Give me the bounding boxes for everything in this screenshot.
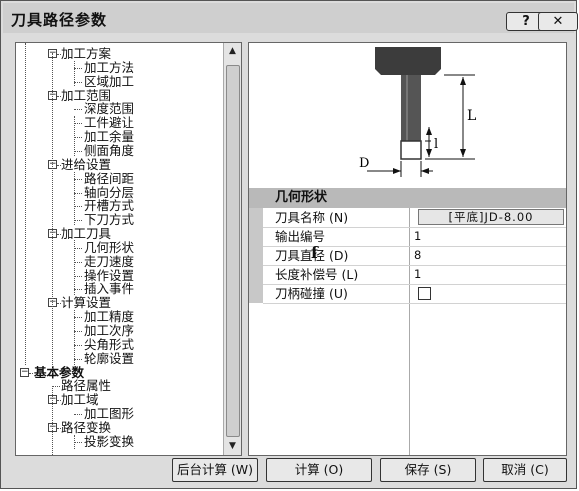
tree-node[interactable]: 尖角形式 [84,338,134,351]
tree-node[interactable]: 加工精度 [84,310,134,323]
tree-node[interactable]: 侧面角度 [84,144,134,157]
tree-node[interactable]: 加工方法 [84,61,134,74]
dialog-title: 刀具路径参数 [11,11,108,29]
row-gutter [249,227,263,246]
row-tool-diameter: 刀具直径 (D) 8 [249,246,566,265]
group-header-geometry: 几何形状 [249,188,566,208]
tree-node[interactable]: 进给设置 [61,158,111,171]
tree-node[interactable]: 加工刀具 [61,227,111,240]
tree-node[interactable]: 计算设置 [61,296,111,309]
tree-content: − 加工方案 加工方法 区域加工 − 加工范围 深度范围 工件避让 加工余量 侧面角度 − 进给设置路… [16,43,225,455]
tree-node[interactable]: 轮廓设置 [84,352,134,365]
holder-collision-checkbox[interactable] [418,287,431,300]
parameter-tree: − 加工方案 加工方法 区域加工 − 加工范围 深度范围 工件避让 加工余量 侧面角度 − 进给设置路… [15,42,242,456]
title-bar: 刀具路径参数 ? ✕ [3,3,578,33]
tree-node[interactable]: 加工范围 [61,89,111,102]
tool-cutter-shape [400,140,422,160]
tool-diameter-field[interactable]: 8 [414,246,564,265]
tree-node[interactable]: 开槽方式 [84,199,134,212]
tool-path-parameters-dialog: 刀具路径参数 ? ✕ − 加工方案 加工方法 区域加工 − 加工范围 深度范围 工件避让 加工余… [0,0,578,489]
row-length-offset: 长度补偿号 (L) 1 [249,265,566,284]
tree-node[interactable]: 加工域 [61,393,99,406]
tree-node[interactable]: 加工余量 [84,130,134,143]
length-offset-field[interactable]: 1 [414,265,564,284]
tool-diagram: L l D [359,47,476,177]
tree-node[interactable]: 深度范围 [84,102,134,115]
length-offset-label: 长度补偿号 (L) [275,267,359,282]
save-button[interactable]: 保存 (S) [380,458,476,482]
scroll-up-arrow-icon[interactable]: ▲ [224,43,241,60]
tree-node[interactable]: 加工次序 [84,324,134,337]
tree-node[interactable]: 路径间距 [84,172,134,185]
tree-node[interactable]: 区域加工 [84,75,134,88]
row-holder-collision: 刀柄碰撞 (U) [249,284,566,303]
tree-node[interactable]: 加工方案 [61,47,111,60]
dimension-l-label: l [434,137,438,152]
row-gutter [249,284,263,303]
calculate-button[interactable]: 计算 (O) [266,458,372,482]
tool-holder-shape [375,47,441,75]
tree-node[interactable]: 路径属性 [61,379,111,392]
tool-name-button[interactable]: [平底]JD-8.00 [418,209,564,225]
property-panel: L l D 几何形状 刀具名称 (N) [平底]JD-8.00 输出编号 1 刀… [248,42,567,456]
tree-node[interactable]: 走刀速度 [84,255,134,268]
tool-name-label: 刀具名称 (N) [275,210,349,225]
scroll-thumb[interactable] [226,65,240,437]
row-output-number: 输出编号 1 [249,227,566,246]
cancel-button[interactable]: 取消 (C) [483,458,567,482]
tree-node[interactable]: 几何形状 [84,241,134,254]
tool-shank-shape [401,75,421,141]
tree-node[interactable]: 工件避让 [84,116,134,129]
margin-mark: f [311,243,318,262]
holder-collision-value [414,284,564,303]
tree-node[interactable]: 路径变换 [61,421,111,434]
close-button[interactable]: ✕ [538,12,578,31]
tree-expander-icon[interactable]: − [20,367,29,377]
tree-node[interactable]: 基本参数 [34,366,84,379]
tree-scrollbar[interactable]: ▲ ▼ [223,43,241,455]
holder-collision-label: 刀柄碰撞 (U) [275,286,348,301]
row-gutter [249,208,263,227]
tree-node[interactable]: 操作设置 [84,269,134,282]
background-calc-button[interactable]: 后台计算 (W) [172,458,258,482]
row-tool-name: 刀具名称 (N) [平底]JD-8.00 [249,208,566,227]
row-gutter [249,246,263,265]
tree-node[interactable]: 轴向分层 [84,186,134,199]
tree-node[interactable]: 投影变换 [84,435,134,448]
tool-name-value: [平底]JD-8.00 [414,208,564,227]
output-number-field[interactable]: 1 [414,227,564,246]
scroll-down-arrow-icon[interactable]: ▼ [224,438,241,455]
dimension-D-label: D [359,156,369,171]
dimension-L-label: L [467,108,476,124]
tree-node[interactable]: 插入事件 [84,282,134,295]
row-gutter [249,265,263,284]
tree-node[interactable]: 加工图形 [84,407,134,420]
tree-node[interactable]: 下刀方式 [84,213,134,226]
